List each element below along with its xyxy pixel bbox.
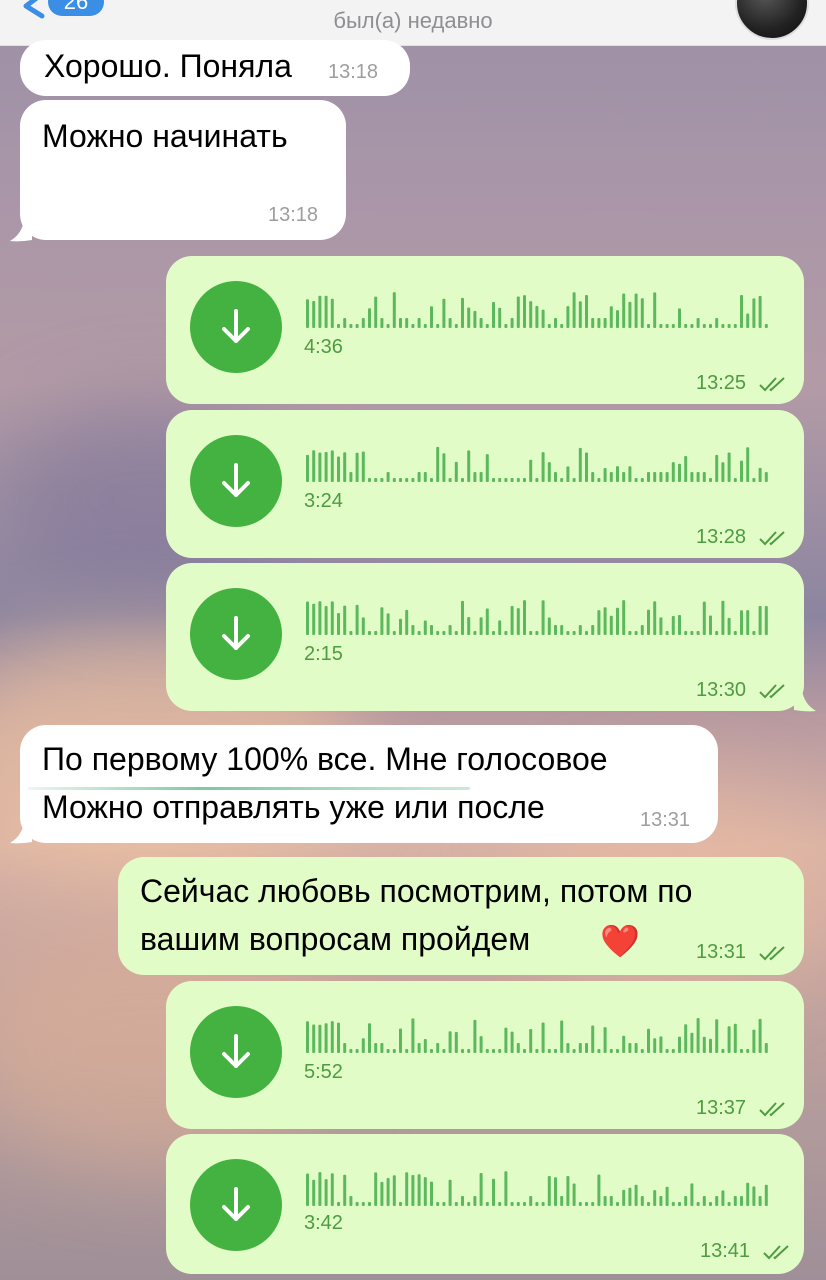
voice-waveform[interactable]: [306, 290, 776, 330]
message-time: 13:41: [700, 1240, 751, 1262]
voice-download-button[interactable]: [190, 588, 282, 680]
voice-download-button[interactable]: [190, 435, 282, 527]
bubble-tail: [794, 690, 816, 712]
download-arrow-icon: [222, 309, 250, 343]
bubble-tail: [10, 822, 32, 844]
download-arrow-icon: [222, 463, 250, 497]
voice-download-button[interactable]: [190, 1006, 282, 1098]
message-text-line-1: По первому 100% все. Мне голосовое: [42, 741, 608, 777]
voice-waveform[interactable]: [306, 1015, 776, 1055]
double-check-icon: [759, 684, 785, 699]
voice-message[interactable]: 2:15 13:30: [166, 563, 804, 711]
message-time: 13:25: [696, 372, 747, 394]
double-check-icon: [763, 1245, 789, 1260]
voice-download-button[interactable]: [190, 281, 282, 373]
voice-duration: 3:24: [304, 490, 343, 512]
voice-duration: 5:52: [304, 1061, 343, 1083]
message-text-line-1: Сейчас любовь посмотрим, потом по: [140, 873, 693, 909]
message-time: 13:18: [328, 61, 379, 83]
message-outgoing[interactable]: Сейчас любовь посмотрим, потом по вашим …: [118, 857, 804, 975]
voice-message[interactable]: 3:42 13:41: [166, 1134, 804, 1274]
message-incoming[interactable]: Можно начинать 13:18: [20, 100, 346, 240]
double-check-icon: [759, 1102, 785, 1117]
message-time: 13:37: [696, 1097, 747, 1119]
voice-waveform[interactable]: [306, 597, 776, 637]
download-arrow-icon: [222, 1034, 250, 1068]
bubble-tail: [10, 220, 32, 242]
voice-duration: 3:42: [304, 1212, 343, 1234]
message-time: 13:31: [696, 941, 747, 963]
voice-duration: 2:15: [304, 643, 343, 665]
voice-waveform[interactable]: [306, 1168, 776, 1208]
message-text: Можно начинать: [42, 118, 288, 154]
avatar[interactable]: [735, 0, 809, 40]
voice-message[interactable]: 4:36 13:25: [166, 256, 804, 404]
message-text-line-2: Можно отправлять уже или после: [42, 789, 545, 825]
message-time: 13:28: [696, 526, 747, 548]
voice-message[interactable]: 5:52 13:37: [166, 981, 804, 1129]
double-check-icon: [759, 946, 785, 961]
voice-message[interactable]: 3:24 13:28: [166, 410, 804, 558]
voice-waveform[interactable]: [306, 444, 776, 484]
double-check-icon: [759, 531, 785, 546]
message-time: 13:31: [640, 809, 691, 831]
message-text-line-2: вашим вопросам пройдем: [140, 921, 531, 957]
double-check-icon: [759, 377, 785, 392]
download-arrow-icon: [222, 1187, 250, 1221]
message-incoming[interactable]: Хорошо. Поняла 13:18: [20, 40, 410, 96]
download-arrow-icon: [222, 616, 250, 650]
heart-emoji: ❤️: [600, 922, 640, 960]
message-time: 13:30: [696, 679, 747, 701]
last-seen-status: был(а) недавно: [333, 8, 493, 33]
message-time: 13:18: [268, 204, 319, 226]
voice-duration: 4:36: [304, 336, 343, 358]
message-text: Хорошо. Поняла: [44, 48, 292, 84]
message-incoming[interactable]: По первому 100% все. Мне голосовое Можно…: [20, 725, 718, 843]
voice-download-button[interactable]: [190, 1159, 282, 1251]
